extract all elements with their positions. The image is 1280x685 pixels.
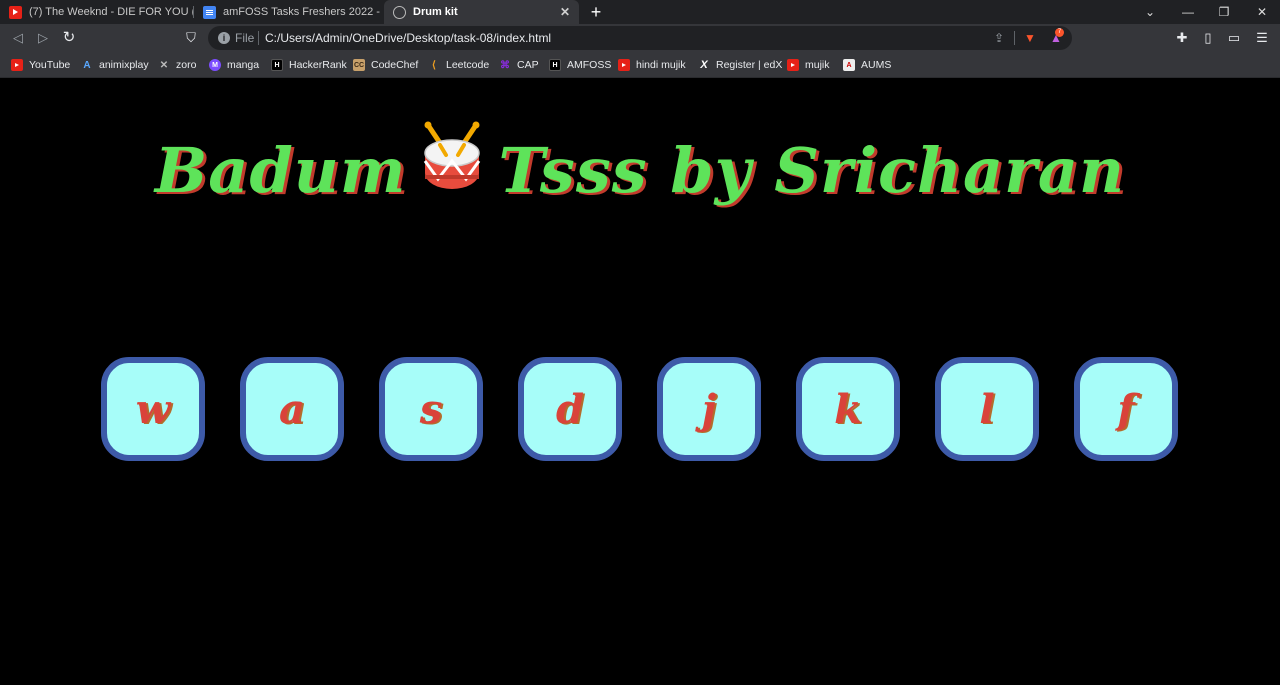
bookmark-hackerrank[interactable]: H HackerRank — [271, 57, 347, 73]
brave-shields-icon[interactable]: ▼ — [1022, 30, 1038, 46]
drum-key-w[interactable]: w — [101, 357, 205, 461]
rewards-badge: 7 — [1055, 28, 1064, 37]
globe-icon — [393, 5, 406, 19]
tab-amfoss-tasks[interactable]: amFOSS Tasks Freshers 2022 - Google — [194, 0, 382, 24]
back-arrow-icon[interactable]: ◁ — [8, 28, 28, 48]
bookmark-cap[interactable]: ⌘ CAP — [499, 57, 539, 73]
new-tab-button[interactable]: + — [586, 0, 606, 24]
animixplay-icon: A — [83, 59, 91, 71]
leetcode-icon: ⟨ — [432, 59, 436, 71]
tab-weeknd[interactable]: (7) The Weeknd - DIE FOR YOU (Lyrics) — [0, 0, 193, 24]
bookmark-label: Register | edX — [716, 59, 783, 71]
bookmark-manga[interactable]: Mmanga — [209, 57, 259, 73]
hackerrank-icon: H — [271, 59, 283, 71]
edx-icon: X — [700, 59, 708, 71]
bookmark-label: animixplay — [99, 59, 149, 71]
sidebar-icon[interactable]: ▯ — [1198, 28, 1218, 48]
bookmark-label: Leetcode — [446, 59, 490, 71]
amfoss-icon: H — [549, 59, 561, 71]
bookmark-label: mujik — [805, 59, 830, 71]
drum-key-label: k — [834, 385, 862, 433]
url-scheme-label: File — [235, 31, 255, 45]
minimize-button[interactable]: — — [1170, 0, 1206, 24]
youtube-icon — [618, 59, 630, 71]
bookmark-label: HackerRank — [289, 59, 347, 71]
bookmark-label: AMFOSS — [567, 59, 612, 71]
bookmark-amfoss[interactable]: H AMFOSS — [549, 57, 611, 73]
bookmark-label: CAP — [517, 59, 539, 71]
title-part-before: Badum — [154, 134, 407, 207]
google-docs-icon — [203, 5, 216, 19]
bookmark-label: zoro — [176, 59, 197, 71]
drum-key-d[interactable]: d — [518, 357, 622, 461]
youtube-icon — [787, 59, 799, 71]
tab-search-icon[interactable]: ⌄ — [1132, 0, 1168, 24]
drum-key-l[interactable]: l — [935, 357, 1039, 461]
tab-title: amFOSS Tasks Freshers 2022 - Google — [223, 6, 382, 18]
bookmark-edx[interactable]: X Register | edX — [698, 57, 782, 73]
drum-key-label: d — [556, 385, 584, 433]
drum-emoji-icon — [420, 121, 484, 208]
brave-rewards-icon[interactable]: ▲ 7 — [1048, 28, 1064, 46]
drum-key-s[interactable]: s — [379, 357, 483, 461]
menu-icon[interactable]: ☰ — [1252, 28, 1272, 48]
tab-strip: (7) The Weeknd - DIE FOR YOU (Lyrics) am… — [0, 0, 1280, 24]
drum-key-j[interactable]: j — [657, 357, 761, 461]
divider — [258, 31, 259, 45]
bookmark-leetcode[interactable]: ⟨ Leetcode — [428, 57, 489, 73]
youtube-icon — [11, 59, 23, 71]
close-tab-icon[interactable]: ✕ — [557, 5, 573, 19]
url-text[interactable]: C:/Users/Admin/OneDrive/Desktop/task-08/… — [265, 31, 551, 45]
bookmark-animixplay[interactable]: Aanimixplay — [81, 57, 149, 73]
page-title: Badum Tsss by Sricharan — [0, 121, 1280, 214]
aums-icon: A — [843, 59, 855, 71]
divider — [1014, 31, 1015, 45]
bookmark-label: YouTube — [29, 59, 71, 71]
bookmark-aums[interactable]: A AUMS — [843, 57, 891, 73]
drum-key-label: w — [135, 385, 171, 433]
drum-key-f[interactable]: f — [1074, 357, 1178, 461]
bookmark-zoro[interactable]: ✕ zoro — [158, 57, 197, 73]
address-bar[interactable]: i File C:/Users/Admin/OneDrive/Desktop/t… — [208, 26, 1072, 50]
bookmark-hindi-mujik[interactable]: hindi mujik — [618, 57, 686, 73]
bookmark-youtube[interactable]: YouTube — [11, 57, 70, 73]
drum-key-label: f — [1117, 385, 1135, 433]
restore-button[interactable]: ❐ — [1206, 0, 1242, 24]
manga-icon: M — [209, 59, 221, 71]
title-part-after: Tsss by Sricharan — [498, 134, 1126, 207]
drum-key-label: a — [279, 385, 305, 433]
drum-key-a[interactable]: a — [240, 357, 344, 461]
close-window-button[interactable]: ✕ — [1244, 0, 1280, 24]
drum-key-label: s — [419, 385, 443, 433]
extensions-icon[interactable]: ✚ — [1172, 28, 1192, 48]
cap-icon: ⌘ — [500, 59, 510, 71]
youtube-icon — [9, 5, 22, 19]
bookmark-label: AUMS — [861, 59, 892, 71]
tab-title: (7) The Weeknd - DIE FOR YOU (Lyrics) — [29, 6, 193, 18]
drum-key-k[interactable]: k — [796, 357, 900, 461]
share-icon[interactable]: ⇪ — [991, 30, 1007, 46]
zoro-icon: ✕ — [159, 59, 169, 71]
drum-key-label: j — [701, 385, 717, 433]
drum-key-label: l — [979, 385, 995, 433]
reload-icon[interactable]: ↻ — [59, 28, 79, 48]
tab-drum-kit[interactable]: Drum kit ✕ — [384, 0, 579, 24]
bookmark-codechef[interactable]: CC CodeChef — [353, 57, 418, 73]
browser-toolbar: ◁ ▷ ↻ ⛉ i File C:/Users/Admin/OneDrive/D… — [0, 24, 1280, 52]
bookmark-mujik[interactable]: mujik — [787, 57, 830, 73]
wallet-icon[interactable]: ▭ — [1224, 28, 1244, 48]
bookmark-label: CodeChef — [371, 59, 419, 71]
bookmark-label: hindi mujik — [636, 59, 686, 71]
tab-title: Drum kit — [413, 6, 458, 18]
bookmarks-bar: YouTube Aanimixplay ✕ zoro Mmanga H Hacker… — [0, 52, 1280, 78]
info-icon[interactable]: i — [218, 32, 230, 44]
codechef-icon: CC — [353, 59, 365, 71]
drum-kit-page: Badum Tsss by Sricharan w a s d j k l f — [0, 79, 1280, 685]
bookmark-label: manga — [227, 59, 260, 71]
bookmark-icon[interactable]: ⛉ — [181, 28, 201, 48]
forward-arrow-icon[interactable]: ▷ — [33, 28, 53, 48]
